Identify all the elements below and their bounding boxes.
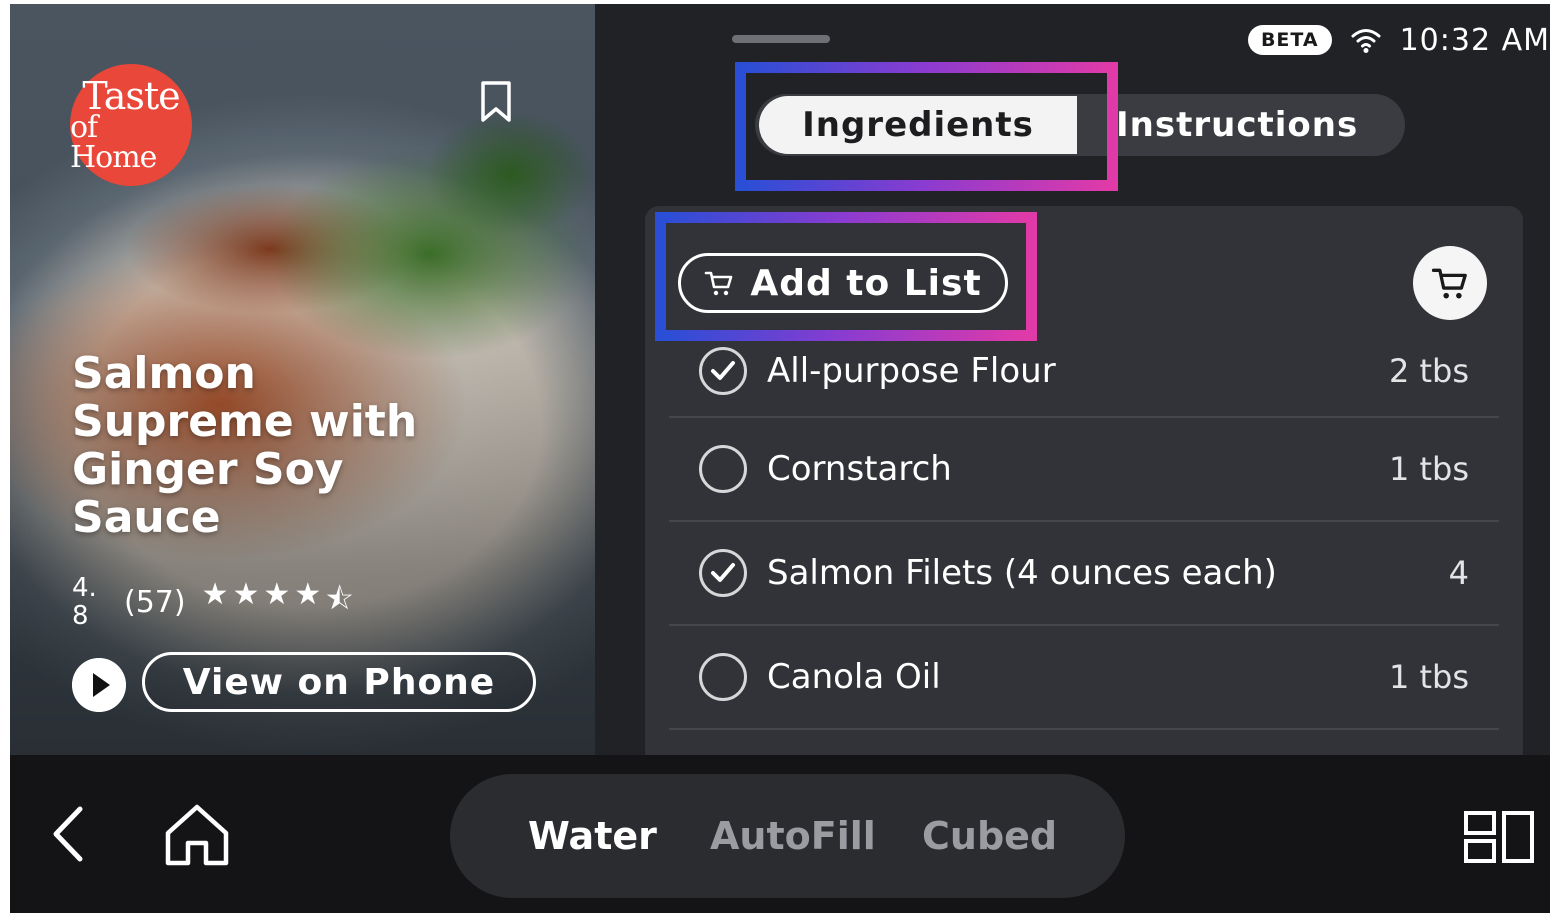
status-bar: BETA 10:32 AM	[1247, 18, 1550, 62]
check-icon	[711, 361, 735, 380]
ingredient-name: Canola Oil	[767, 657, 941, 697]
rating-row: 4.8 (57) ★ ★ ★ ★ ⯪	[72, 564, 358, 640]
ingredient-name: All-purpose Flour	[767, 351, 1056, 391]
cubed-button[interactable]: Cubed	[922, 774, 1057, 898]
recipe-panel: BETA 10:32 AM Ingredients Instructions A…	[595, 4, 1550, 766]
ingredient-row[interactable]: Canola Oil 1 tbs	[669, 626, 1499, 730]
recipe-title: Salmon Supreme with Ginger Soy Sauce	[72, 348, 418, 543]
add-to-list-button[interactable]: Add to List	[678, 253, 1008, 313]
play-icon[interactable]	[72, 658, 126, 712]
ingredient-qty: 4	[1448, 554, 1469, 592]
ingredient-qty: 1 tbs	[1388, 658, 1469, 696]
checkbox-unchecked[interactable]	[699, 653, 747, 701]
star-icon: ★	[201, 576, 233, 612]
half-star-icon: ⯪	[325, 581, 358, 617]
ingredient-name: Salmon Filets (4 ounces each)	[767, 553, 1277, 593]
ingredients-card: Add to List All-purpose Flour 2 tbs Corn…	[645, 206, 1523, 766]
autofill-button[interactable]: AutoFill	[710, 774, 876, 898]
bookmark-icon[interactable]	[478, 80, 514, 124]
drag-handle[interactable]	[732, 35, 830, 43]
checkbox-checked[interactable]	[699, 549, 747, 597]
apps-icon[interactable]	[1463, 810, 1535, 864]
beta-badge: BETA	[1247, 25, 1332, 55]
back-arrow-icon[interactable]	[48, 803, 88, 865]
recipe-tabs: Ingredients Instructions	[755, 94, 1405, 156]
check-icon	[711, 563, 735, 582]
ingredient-qty: 2 tbs	[1388, 352, 1469, 390]
taste-of-home-logo: Taste of Home	[70, 64, 192, 186]
star-icon: ★	[263, 576, 295, 612]
cart-icon	[1431, 268, 1467, 299]
quick-controls-pill: Water AutoFill Cubed	[450, 774, 1125, 898]
ingredient-qty: 1 tbs	[1388, 450, 1469, 488]
bottom-nav-bar: Water AutoFill Cubed	[10, 755, 1550, 913]
checkbox-unchecked[interactable]	[699, 445, 747, 493]
add-to-list-label: Add to List	[750, 262, 982, 304]
fridge-screen: Taste of Home Salmon Supreme with Ginger…	[10, 4, 1550, 913]
cart-icon	[705, 271, 733, 296]
ingredient-row[interactable]: All-purpose Flour 2 tbs	[669, 326, 1499, 418]
star-icon: ★	[232, 576, 264, 612]
recipe-hero: Taste of Home Salmon Supreme with Ginger…	[10, 4, 595, 755]
rating-value: 4.8	[72, 573, 97, 631]
cart-button[interactable]	[1413, 246, 1487, 320]
tab-ingredients[interactable]: Ingredients	[759, 96, 1077, 154]
home-icon[interactable]	[162, 801, 232, 867]
ingredient-list: All-purpose Flour 2 tbs Cornstarch 1 tbs…	[669, 326, 1499, 730]
rating-count: (57)	[124, 584, 186, 620]
view-on-phone-button[interactable]: View on Phone	[142, 652, 536, 712]
ingredient-name: Cornstarch	[767, 449, 952, 489]
logo-line2: of Home	[70, 110, 157, 175]
checkbox-checked[interactable]	[699, 347, 747, 395]
clock: 10:32 AM	[1399, 22, 1550, 58]
tab-instructions[interactable]: Instructions	[1100, 94, 1400, 156]
star-icon: ★	[294, 576, 326, 612]
wifi-icon	[1351, 29, 1381, 53]
ingredient-row[interactable]: Salmon Filets (4 ounces each) 4	[669, 522, 1499, 626]
water-button[interactable]: Water	[528, 774, 657, 898]
star-rating: ★ ★ ★ ★ ⯪	[202, 577, 358, 628]
ingredient-row[interactable]: Cornstarch 1 tbs	[669, 418, 1499, 522]
